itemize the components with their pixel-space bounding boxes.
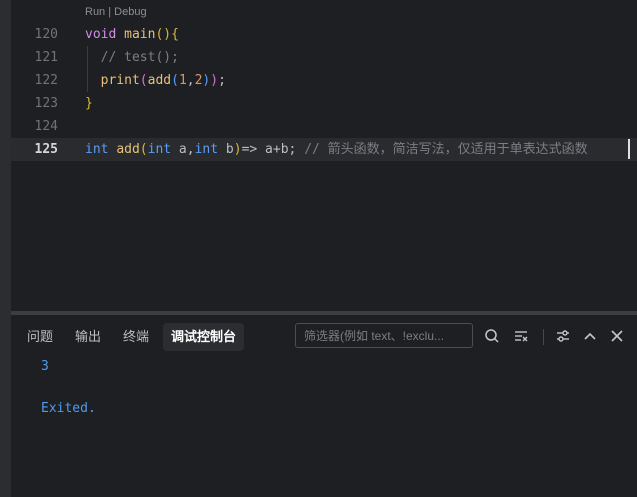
console-output-line: 3 bbox=[41, 359, 49, 374]
bottom-panel: 问题 输出 终端 调试控制台 筛选器(例如 text、!exclu... 3 E… bbox=[11, 315, 637, 497]
settings-sliders-icon[interactable] bbox=[554, 327, 572, 345]
code-content: void main(){ bbox=[85, 23, 179, 46]
code-line[interactable]: 121 // test(); bbox=[11, 46, 637, 69]
code-token: // test(); bbox=[85, 50, 179, 65]
code-content: // test(); bbox=[85, 46, 179, 69]
code-token: ( bbox=[139, 73, 148, 88]
code-token: void bbox=[85, 27, 117, 42]
toolbar-divider bbox=[543, 329, 544, 345]
tab-problems[interactable]: 问题 bbox=[19, 323, 61, 351]
code-content: } bbox=[85, 92, 93, 115]
code-line[interactable]: 124 bbox=[11, 115, 637, 138]
line-number: 120 bbox=[34, 27, 58, 42]
line-number: 125 bbox=[34, 142, 58, 157]
code-editor[interactable]: Run | Debug 120 void main(){121 // test()… bbox=[11, 0, 637, 311]
code-token: ( bbox=[139, 142, 148, 157]
line-number: 121 bbox=[34, 50, 58, 65]
code-line[interactable]: 125 int add(int a,int b)=> a+b; // 箭头函数，简… bbox=[11, 138, 637, 161]
code-token: (){ bbox=[155, 27, 179, 42]
code-line[interactable]: 120 void main(){ bbox=[11, 23, 637, 46]
code-token: 1 bbox=[178, 73, 187, 88]
text-cursor bbox=[628, 139, 630, 159]
code-token: main bbox=[124, 27, 156, 42]
code-token: => a+b; bbox=[241, 142, 305, 157]
activity-gutter bbox=[0, 0, 11, 497]
code-token: print bbox=[100, 73, 140, 88]
tab-output[interactable]: 输出 bbox=[67, 323, 109, 351]
code-token: // 箭头函数，简洁写法，仅适用于单表达式函数 bbox=[304, 142, 588, 157]
code-token: } bbox=[85, 96, 93, 111]
code-token: int bbox=[194, 142, 219, 157]
code-token: a, bbox=[171, 142, 195, 157]
filter-box[interactable] bbox=[295, 323, 473, 348]
code-token: , bbox=[186, 73, 195, 88]
code-line[interactable]: 122 print(add(1,2)); bbox=[11, 69, 637, 92]
line-number: 124 bbox=[34, 119, 58, 134]
code-token: ) bbox=[233, 142, 242, 157]
close-icon[interactable] bbox=[608, 327, 626, 345]
code-token: add bbox=[147, 73, 172, 88]
code-token: ; bbox=[218, 73, 226, 88]
code-content: int add(int a,int b)=> a+b; // 箭头函数，简洁写法… bbox=[85, 138, 588, 161]
filter-input[interactable] bbox=[296, 324, 472, 347]
tab-terminal[interactable]: 终端 bbox=[115, 323, 157, 351]
search-icon[interactable] bbox=[483, 327, 501, 345]
line-number: 122 bbox=[34, 73, 58, 88]
code-token: ) bbox=[210, 73, 219, 88]
chevron-up-icon[interactable] bbox=[581, 327, 599, 345]
code-line[interactable]: 123} bbox=[11, 92, 637, 115]
clear-console-icon[interactable] bbox=[512, 327, 530, 345]
console-output-line: Exited. bbox=[41, 401, 96, 416]
panel-tabs: 问题 输出 终端 调试控制台 bbox=[11, 315, 637, 359]
code-token: b bbox=[218, 142, 234, 157]
codelens-run-debug[interactable]: Run | Debug bbox=[85, 6, 147, 18]
tab-debug-console[interactable]: 调试控制台 bbox=[163, 323, 245, 351]
line-number: 123 bbox=[34, 96, 58, 111]
code-content: print(add(1,2)); bbox=[85, 69, 226, 92]
code-token: add bbox=[116, 142, 140, 157]
code-token: int bbox=[85, 142, 109, 157]
code-token: ( bbox=[171, 73, 179, 88]
code-token: int bbox=[147, 142, 172, 157]
